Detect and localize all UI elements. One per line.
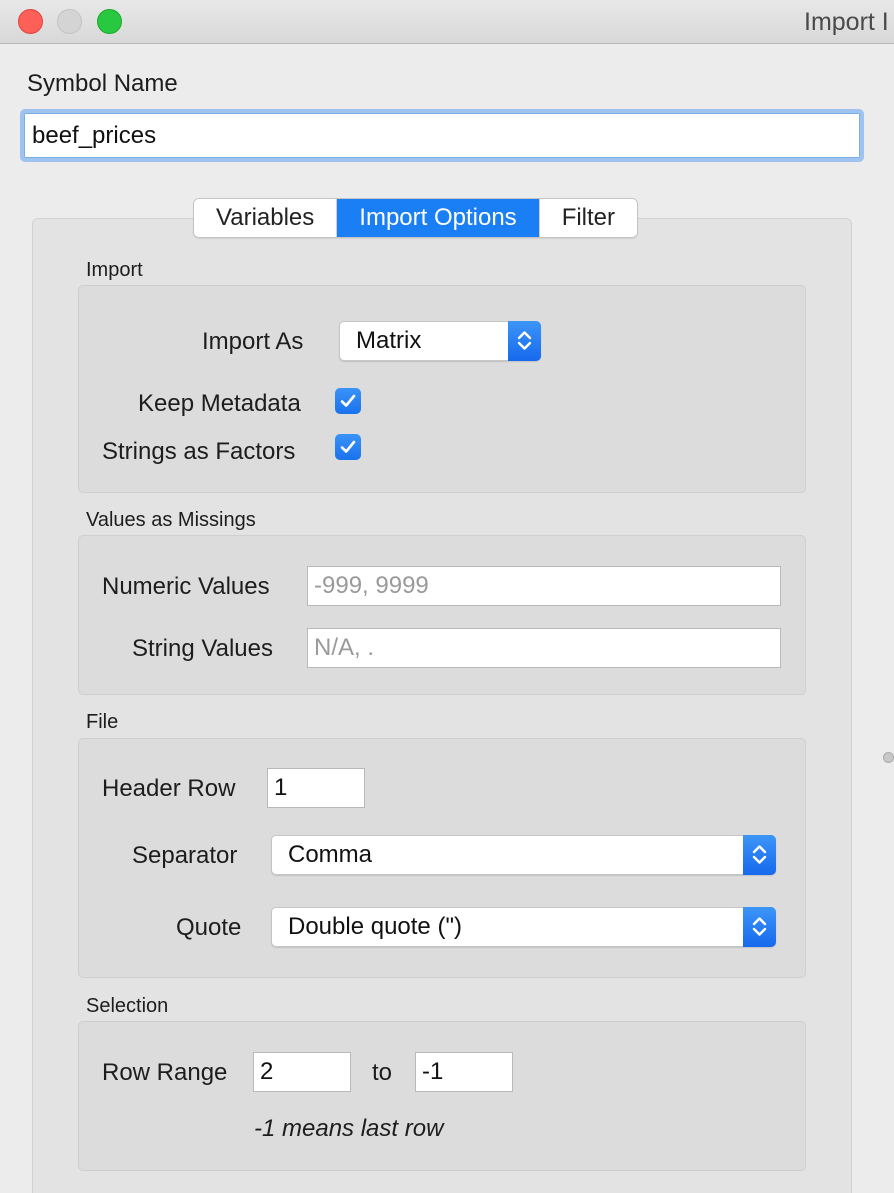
resize-handle[interactable] xyxy=(883,752,894,763)
file-group-title: File xyxy=(86,711,119,733)
selection-group xyxy=(78,1021,806,1171)
import-group-title: Import xyxy=(86,259,143,281)
row-range-label: Row Range xyxy=(102,1059,228,1086)
separator-select[interactable]: Comma xyxy=(271,835,776,875)
chevron-updown-icon xyxy=(508,321,541,361)
tab-import-options[interactable]: Import Options xyxy=(337,199,540,237)
keep-metadata-checkbox[interactable] xyxy=(335,388,361,414)
minimize-window-button[interactable] xyxy=(57,9,82,34)
tab-variables[interactable]: Variables xyxy=(194,199,338,237)
symbol-name-input[interactable] xyxy=(20,109,864,162)
quote-value: Double quote (") xyxy=(288,913,462,940)
keep-metadata-label: Keep Metadata xyxy=(138,390,301,417)
row-range-to-input[interactable] xyxy=(415,1052,513,1092)
separator-value: Comma xyxy=(288,841,373,868)
row-range-hint: -1 means last row xyxy=(254,1115,444,1142)
missings-group-title: Values as Missings xyxy=(86,509,256,531)
numeric-values-input[interactable] xyxy=(307,566,781,606)
import-dialog-window: Import I Symbol Name Variables Import Op… xyxy=(0,0,894,1193)
chevron-updown-icon xyxy=(743,835,776,875)
header-row-input[interactable] xyxy=(267,768,365,808)
selection-group-title: Selection xyxy=(86,995,169,1017)
tab-filter[interactable]: Filter xyxy=(539,199,638,237)
zoom-window-button[interactable] xyxy=(97,9,122,34)
separator-label: Separator xyxy=(132,842,238,869)
tab-bar: Variables Import Options Filter xyxy=(193,198,639,238)
header-row-label: Header Row xyxy=(102,775,236,802)
import-as-select[interactable]: Matrix xyxy=(339,321,541,361)
string-values-input[interactable] xyxy=(307,628,781,668)
row-range-to-label: to xyxy=(372,1059,393,1086)
window-title: Import I xyxy=(804,8,889,36)
chevron-updown-icon xyxy=(743,907,776,947)
close-window-button[interactable] xyxy=(18,9,43,34)
checkmark-icon xyxy=(340,394,356,407)
quote-label: Quote xyxy=(176,914,242,941)
symbol-name-label: Symbol Name xyxy=(27,70,178,97)
string-values-label: String Values xyxy=(132,635,273,662)
quote-select[interactable]: Double quote (") xyxy=(271,907,776,947)
row-range-from-input[interactable] xyxy=(253,1052,351,1092)
strings-as-factors-checkbox[interactable] xyxy=(335,434,361,460)
title-bar[interactable]: Import I xyxy=(0,0,894,44)
import-as-label: Import As xyxy=(202,328,304,355)
strings-as-factors-label: Strings as Factors xyxy=(102,438,296,465)
checkmark-icon xyxy=(340,440,356,453)
missings-group xyxy=(78,535,806,695)
numeric-values-label: Numeric Values xyxy=(102,573,270,600)
import-as-value: Matrix xyxy=(356,327,422,354)
